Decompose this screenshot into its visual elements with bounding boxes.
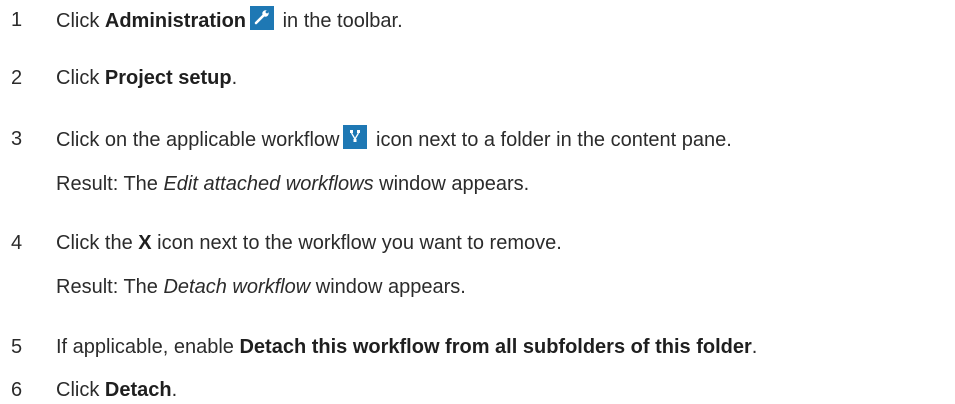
step-text: Click on the applicable workflow icon ne… — [56, 125, 732, 154]
step-number: 1 — [11, 9, 23, 31]
step-number: 6 — [11, 379, 23, 401]
ui-term-administration: Administration — [104, 10, 247, 32]
step-number: 2 — [11, 67, 23, 89]
result-text: Result: The Detach workflow window appea… — [56, 276, 466, 298]
step-text: If applicable, enable Detach this workfl… — [56, 336, 758, 358]
window-name: Detach workflow — [163, 276, 311, 298]
step-text: Click Administration in the toolbar. — [56, 6, 403, 35]
instruction-steps: 1 Click Administration in the toolbar. 2… — [0, 0, 955, 401]
workflow-icon — [343, 125, 368, 149]
result-text: Result: The Edit attached workflows wind… — [56, 173, 530, 195]
wrench-icon — [250, 6, 275, 30]
step-number: 3 — [11, 128, 23, 150]
window-name: Edit attached workflows — [163, 173, 374, 195]
ui-term-detach-option: Detach this workflow from all subfolders… — [239, 336, 752, 358]
ui-term-detach: Detach — [104, 379, 172, 401]
step-text: Click Detach. — [56, 379, 178, 401]
step-text: Click the X icon next to the workflow yo… — [56, 232, 562, 254]
step-number: 4 — [11, 232, 23, 254]
step-number: 5 — [11, 336, 23, 358]
step-text: Click Project setup. — [56, 67, 238, 89]
ui-term-project-setup: Project setup — [104, 67, 232, 89]
ui-term-x: X — [138, 232, 152, 254]
